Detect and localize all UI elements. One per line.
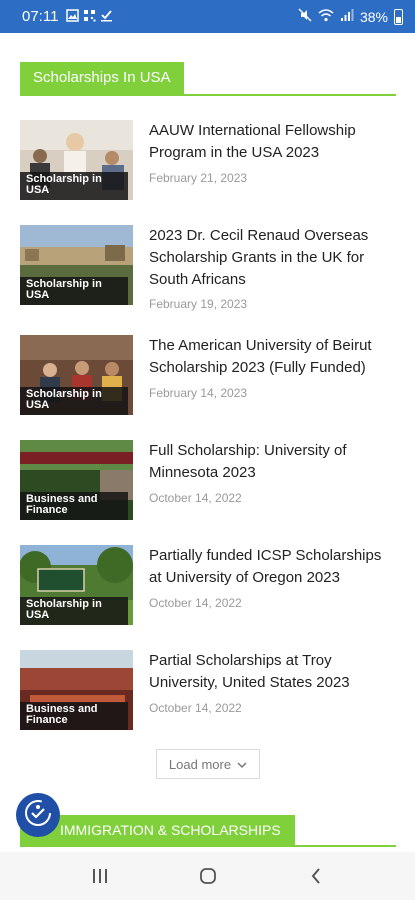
article-item[interactable]: Scholarship in USA The American Universi…: [20, 335, 396, 417]
article-title[interactable]: 2023 Dr. Cecil Renaud Overseas Scholarsh…: [149, 225, 389, 291]
article-title[interactable]: AAUW International Fellowship Program in…: [149, 120, 389, 164]
section-title-2: IMMIGRATION & SCHOLARSHIPS: [20, 815, 295, 845]
article-date: February 19, 2023: [149, 297, 248, 311]
article-thumbnail[interactable]: Business and Finance: [20, 440, 133, 520]
chevron-down-icon: [237, 757, 247, 772]
article-title[interactable]: Full Scholarship: University of Minnesot…: [149, 440, 389, 484]
article-item[interactable]: Scholarship in USA AAUW International Fe…: [20, 120, 396, 202]
article-category: Scholarship in USA: [20, 172, 128, 200]
section-header-2: IMMIGRATION & SCHOLARSHIPS: [20, 815, 396, 847]
article-date: February 14, 2023: [149, 386, 248, 400]
article-thumbnail[interactable]: Business and Finance: [20, 650, 133, 730]
accessibility-fab[interactable]: [16, 793, 60, 837]
qr-icon: [83, 9, 96, 27]
article-category: Scholarship in USA: [20, 277, 128, 305]
status-time: 07:11: [22, 8, 59, 25]
gallery-icon: [66, 9, 79, 27]
system-nav-bar: [0, 852, 415, 900]
accessibility-icon: [23, 798, 53, 833]
article-title[interactable]: The American University of Beirut Schola…: [149, 335, 389, 379]
article-date: October 14, 2022: [149, 491, 242, 505]
article-category: Scholarship in USA: [20, 387, 128, 415]
article-item[interactable]: Business and Finance Partial Scholarship…: [20, 650, 396, 732]
article-thumbnail[interactable]: Scholarship in USA: [20, 120, 133, 200]
load-more-label: Load more: [168, 756, 232, 772]
article-date: October 14, 2022: [149, 701, 242, 715]
load-more-button[interactable]: Load more: [156, 749, 260, 779]
article-date: February 21, 2023: [149, 171, 248, 185]
article-title[interactable]: Partially funded ICSP Scholarships at Un…: [149, 545, 389, 589]
article-item[interactable]: Scholarship in USA 2023 Dr. Cecil Renaud…: [20, 225, 396, 311]
recent-apps-button[interactable]: [85, 864, 115, 888]
article-thumbnail[interactable]: Scholarship in USA: [20, 545, 133, 625]
battery-icon: [394, 8, 403, 25]
battery-percent: 38%: [359, 8, 388, 25]
article-category: Business and Finance: [20, 702, 128, 730]
article-item[interactable]: Scholarship in USA Partially funded ICSP…: [20, 545, 396, 627]
download-icon: [100, 9, 113, 27]
article-category: Scholarship in USA: [20, 597, 128, 625]
article-thumbnail[interactable]: Scholarship in USA: [20, 225, 133, 305]
home-button[interactable]: [193, 864, 223, 888]
section-header: Scholarships In USA: [20, 62, 396, 96]
article-thumbnail[interactable]: Scholarship in USA: [20, 335, 133, 415]
article-title[interactable]: Partial Scholarships at Troy University,…: [149, 650, 389, 694]
wifi-icon: [318, 8, 334, 25]
article-category: Business and Finance: [20, 492, 128, 520]
status-bar: 07:11 38%: [0, 0, 415, 33]
back-button[interactable]: [301, 864, 331, 888]
section-title: Scholarships In USA: [20, 62, 184, 94]
signal-icon: [340, 8, 354, 25]
article-item[interactable]: Business and Finance Full Scholarship: U…: [20, 440, 396, 522]
mute-icon: [298, 8, 312, 25]
article-date: October 14, 2022: [149, 596, 242, 610]
